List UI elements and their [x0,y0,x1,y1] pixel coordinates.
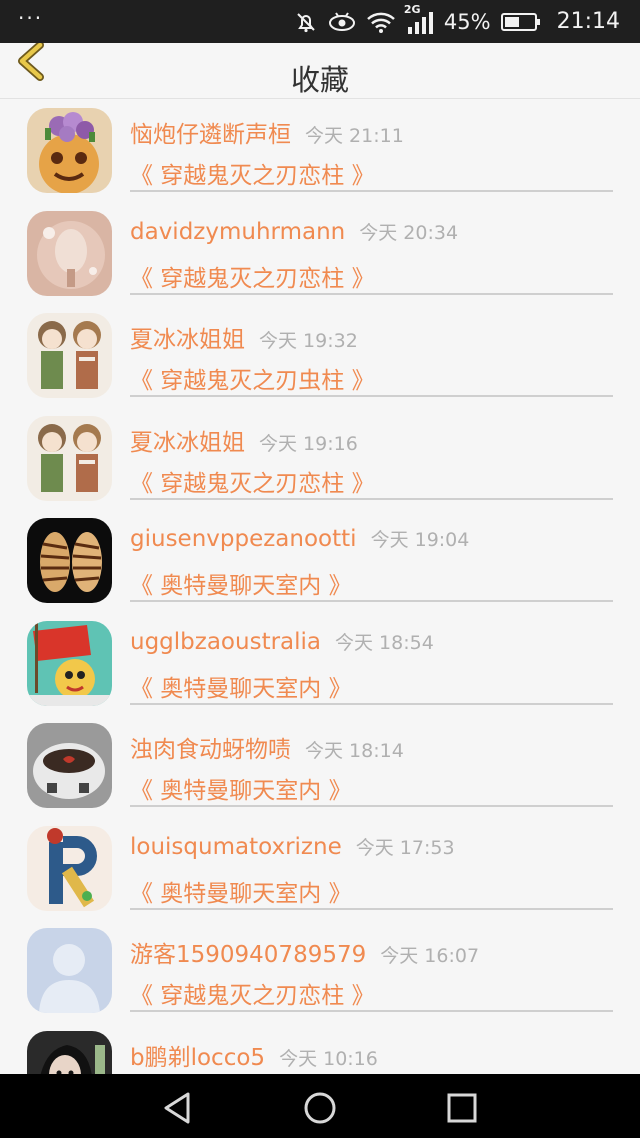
clock: 21:14 [556,9,620,34]
anime-avatar[interactable] [27,415,112,501]
list-item[interactable]: 夏冰冰姐姐 今天 19:32 《 穿越鬼灭之刃虫柱 》 [0,305,640,408]
collection-title[interactable]: 《 奥特曼聊天室内 》 [130,669,352,703]
favorite-user: giusenvppezanootti 今天 19:04 [130,525,469,552]
back-nav-button[interactable] [160,1090,196,1126]
favorite-user: 游客1590940789579 今天 16:07 [130,935,479,969]
collection-title[interactable]: 《 穿越鬼灭之刃恋柱 》 [130,464,375,498]
default-avatar[interactable] [27,928,112,1013]
signal-icon: 2G [404,3,434,35]
username[interactable]: ugglbzaoustralia [130,629,321,655]
status-icons: 2G 45% 21:14 [294,3,620,35]
username[interactable]: 夏冰冰姐姐 [130,430,245,456]
divider [130,497,613,500]
network-type-label: 2G [403,2,421,16]
favorite-user: davidzymuhrmann 今天 20:34 [130,218,458,245]
favorite-user: louisqumatoxrizne 今天 17:53 [130,833,455,860]
glass-avatar[interactable] [27,210,112,296]
divider [130,600,613,602]
home-nav-button[interactable] [302,1090,338,1126]
username[interactable]: 浊肉食动蚜物啧 [130,737,291,763]
eye-icon [328,11,356,33]
username[interactable]: davidzymuhrmann [130,219,345,245]
username[interactable]: 夏冰冰姐姐 [130,327,245,353]
cup-avatar[interactable] [27,723,112,808]
mute-icon [294,10,318,34]
favorite-user: 浊肉食动蚜物啧 今天 18:14 [130,730,404,764]
battery-percent: 45% [443,9,491,34]
navigation-bar [0,1074,640,1138]
menu-dots: ··· [18,5,44,30]
timestamp: 今天 18:54 [335,631,434,654]
list-item[interactable]: 游客1590940789579 今天 16:07 《 穿越鬼灭之刃恋柱 》 [0,920,640,1023]
divider [130,190,613,192]
page-title: 收藏 [290,63,349,97]
collection-title[interactable]: 《 穿越鬼灭之刃恋柱 》 [130,156,375,190]
list-item[interactable]: davidzymuhrmann 今天 20:34 《 穿越鬼灭之刃恋柱 》 [0,203,640,306]
favorite-user: 夏冰冰姐姐 今天 19:16 [130,423,358,457]
username[interactable]: louisqumatoxrizne [130,834,342,860]
list-item[interactable]: giusenvppezanootti 今天 19:04 《 奥特曼聊天室内 》 [0,510,640,613]
collection-title[interactable]: 《 穿越鬼灭之刃虫柱 》 [130,361,375,395]
list-item[interactable]: 夏冰冰姐姐 今天 19:16 《 穿越鬼灭之刃恋柱 》 [0,408,640,511]
divider [130,292,613,295]
list-item[interactable]: louisqumatoxrizne 今天 17:53 《 奥特曼聊天室内 》 [0,818,640,921]
list-item[interactable]: ugglbzaoustralia 今天 18:54 《 奥特曼聊天室内 》 [0,613,640,716]
username[interactable]: 游客1590940789579 [130,942,366,968]
timestamp: 今天 16:07 [380,945,480,967]
girl-avatar[interactable] [27,1030,112,1074]
favorite-user: b鹏剃locco5 今天 10:16 [130,1038,378,1072]
food-avatar[interactable] [27,108,112,193]
collection-title[interactable]: 《 穿越鬼灭之刃恋柱 》 [130,259,375,293]
collection-title[interactable]: 《 穿越鬼灭之刃恋柱 》 [130,976,375,1010]
list-item[interactable]: b鹏剃locco5 今天 10:16 [0,1023,640,1074]
wifi-icon [366,11,396,33]
username[interactable]: giusenvppezanootti [130,526,357,552]
collection-title[interactable]: 《 奥特曼聊天室内 》 [130,566,352,600]
battery-icon [500,12,541,32]
timestamp: 今天 17:53 [355,836,455,859]
favorite-user: 夏冰冰姐姐 今天 19:32 [130,320,358,354]
timestamp: 今天 21:11 [305,125,404,147]
divider [130,805,613,807]
divider [130,907,613,910]
favorite-user: ugglbzaoustralia 今天 18:54 [130,628,434,655]
recents-nav-button[interactable] [444,1090,480,1126]
divider [130,702,613,705]
title-bar: 收藏 [0,41,640,99]
letter-r-avatar[interactable] [27,825,112,911]
anime-avatar[interactable] [27,313,112,398]
triangle-back-icon [164,1092,190,1124]
collection-title[interactable]: 《 奥特曼聊天室内 》 [130,874,352,908]
shell-avatar[interactable] [27,518,112,603]
timestamp: 今天 18:14 [305,740,404,762]
timestamp: 今天 19:32 [259,330,358,352]
timestamp: 今天 20:34 [359,221,459,244]
favorites-list[interactable]: 恼炮仔遴断声桓 今天 21:11 《 穿越鬼灭之刃恋柱 》 davidzymuhr… [0,100,640,1074]
username[interactable]: 恼炮仔遴断声桓 [130,122,291,148]
timestamp: 今天 19:16 [259,432,358,455]
divider [130,395,613,397]
list-item[interactable]: 浊肉食动蚜物啧 今天 18:14 《 奥特曼聊天室内 》 [0,715,640,818]
divider [130,1010,613,1012]
favorite-user: 恼炮仔遴断声桓 今天 21:11 [130,115,404,149]
status-bar: ··· 2G 45% 21:14 [0,0,640,43]
square-recents-icon [447,1093,477,1123]
circle-home-icon [304,1092,336,1124]
username[interactable]: b鹏剃locco5 [130,1045,265,1071]
timestamp: 今天 19:04 [370,529,470,551]
list-item[interactable]: 恼炮仔遴断声桓 今天 21:11 《 穿越鬼灭之刃恋柱 》 [0,100,640,203]
timestamp: 今天 10:16 [279,1047,378,1070]
cartoon-avatar[interactable] [27,620,112,706]
collection-title[interactable]: 《 奥特曼聊天室内 》 [130,771,352,805]
